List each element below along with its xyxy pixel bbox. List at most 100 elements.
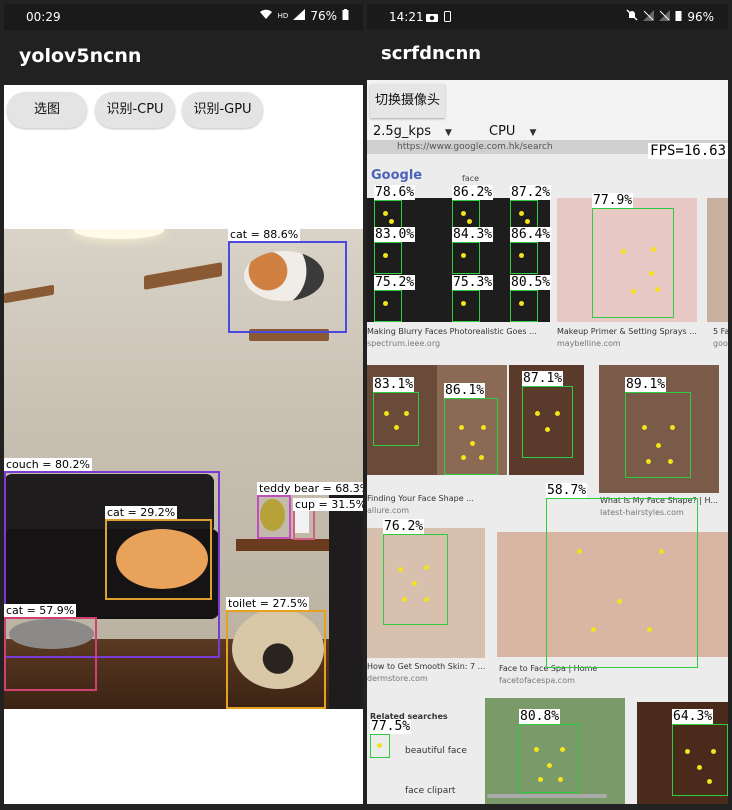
landmark-dot xyxy=(461,211,466,216)
face-box: 75.3% xyxy=(452,275,494,322)
landmark-dot xyxy=(404,411,409,416)
action-buttons: 选图 识别-CPU 识别-GPU xyxy=(4,92,363,132)
detection-box-cat: cat = 57.9% xyxy=(4,604,97,691)
select-image-button[interactable]: 选图 xyxy=(7,92,87,128)
second-couch xyxy=(329,489,363,709)
landmark-dot xyxy=(424,597,429,602)
no-sim-icon xyxy=(659,9,671,24)
detection-label: cat = 88.6% xyxy=(228,229,301,241)
landmark-dot xyxy=(668,459,673,464)
detection-label: cat = 57.9% xyxy=(4,604,77,617)
face-score: 75.3% xyxy=(452,275,494,290)
face-box: 86.1% xyxy=(444,383,498,475)
device-spinner-value: CPU xyxy=(489,124,516,139)
detection-box-teddy-bear: teddy bear = 68.3% xyxy=(257,482,363,539)
right-phone-screen: 14:21 96% scrfdncnn 切换摄像头 2.5g_kps ▼ CPU… xyxy=(367,4,728,804)
battery-icon xyxy=(342,9,349,23)
wall-shelf xyxy=(144,262,222,290)
landmark-dot xyxy=(617,599,622,604)
landmark-dot xyxy=(534,747,539,752)
result-source: goo xyxy=(713,339,728,348)
face-box: 80.8% xyxy=(519,709,580,793)
landmark-dot xyxy=(519,253,524,258)
landmark-dot xyxy=(621,249,626,254)
result-caption: Finding Your Face Shape ... xyxy=(367,494,474,503)
related-search-item[interactable]: beautiful face xyxy=(405,746,467,756)
landmark-dot xyxy=(670,425,675,430)
landmark-dot xyxy=(707,779,712,784)
face-box: 77.5% xyxy=(370,719,412,758)
result-source: allure.com xyxy=(367,506,410,515)
related-search-item[interactable]: face clipart xyxy=(405,786,455,796)
landmark-dot xyxy=(470,441,475,446)
model-spinner[interactable]: 2.5g_kps ▼ xyxy=(373,124,452,139)
landmark-dot xyxy=(646,459,651,464)
landmark-dot xyxy=(651,247,656,252)
face-score: 76.2% xyxy=(383,519,425,534)
landmark-dot xyxy=(555,411,560,416)
landmark-dot xyxy=(383,211,388,216)
landmark-dot xyxy=(538,777,543,782)
landmark-dot xyxy=(467,219,472,224)
detect-cpu-button[interactable]: 识别-CPU xyxy=(95,92,175,128)
device-spinner[interactable]: CPU ▼ xyxy=(489,124,536,139)
face-box: 77.9% xyxy=(592,193,674,318)
face-score: 86.4% xyxy=(510,227,552,242)
switch-camera-button[interactable]: 切换摄像头 xyxy=(370,84,445,118)
face-score: 86.2% xyxy=(452,185,494,200)
camera-preview: https://www.google.com.hk/search FPS=16.… xyxy=(367,140,728,804)
landmark-dot xyxy=(383,301,388,306)
landmark-dot xyxy=(631,289,636,294)
face-box: 87.1% xyxy=(522,371,573,458)
landmark-dot xyxy=(577,549,582,554)
image-tile xyxy=(707,198,728,322)
detection-box-toilet: toilet = 27.5% xyxy=(226,597,326,709)
face-score: 77.9% xyxy=(592,193,634,208)
landmark-dot xyxy=(545,427,550,432)
landmark-dot xyxy=(519,301,524,306)
detect-gpu-button[interactable]: 识别-GPU xyxy=(182,92,263,128)
result-source: dermstore.com xyxy=(367,674,428,683)
face-score: 86.1% xyxy=(444,383,486,398)
landmark-dot xyxy=(649,271,654,276)
face-box: 83.1% xyxy=(373,377,419,446)
landmark-dot xyxy=(377,743,382,748)
wifi-icon xyxy=(259,9,273,23)
face-score: 58.7% xyxy=(546,483,588,498)
face-score: 84.3% xyxy=(452,227,494,242)
detection-label: cat = 29.2% xyxy=(105,506,178,519)
ceiling-lamp xyxy=(74,229,164,239)
landmark-dot xyxy=(642,425,647,430)
landmark-dot xyxy=(519,211,524,216)
face-box: 89.1% xyxy=(625,377,691,478)
detection-label: teddy bear = 68.3% xyxy=(257,482,363,495)
landmark-dot xyxy=(412,581,417,586)
face-score: 89.1% xyxy=(625,377,667,392)
landmark-dot xyxy=(591,627,596,632)
landmark-dot xyxy=(697,765,702,770)
signal-icon xyxy=(293,9,306,23)
landmark-dot xyxy=(479,455,484,460)
gesture-bar[interactable] xyxy=(487,794,607,798)
landmark-dot xyxy=(394,425,399,430)
status-bar: 00:29 HD 76% xyxy=(4,4,363,30)
face-score: 83.0% xyxy=(374,227,416,242)
face-score: 78.6% xyxy=(374,185,416,200)
landmark-dot xyxy=(389,219,394,224)
detection-label: couch = 80.2% xyxy=(4,458,92,471)
battery-percent: 96% xyxy=(687,9,714,24)
result-caption: How to Get Smooth Skin: 7 ... xyxy=(367,662,486,671)
left-phone-screen: 00:29 HD 76% yolov5ncnn 选图 识别-CPU 识别-GPU xyxy=(4,4,363,804)
status-time: 14:21 xyxy=(389,10,424,24)
detection-label: cup = 31.5% xyxy=(293,498,363,511)
wall-shelf xyxy=(4,284,54,304)
app-title: scrfdncnn xyxy=(381,43,482,64)
battery-percent: 76% xyxy=(310,9,337,23)
landmark-dot xyxy=(459,425,464,430)
detection-box-cat: cat = 88.6% xyxy=(228,229,347,333)
landmark-dot xyxy=(535,411,540,416)
face-box: 86.4% xyxy=(510,227,552,274)
landmark-dot xyxy=(402,597,407,602)
landmark-dot xyxy=(547,763,552,768)
dropdown-arrow-icon: ▼ xyxy=(529,128,537,138)
